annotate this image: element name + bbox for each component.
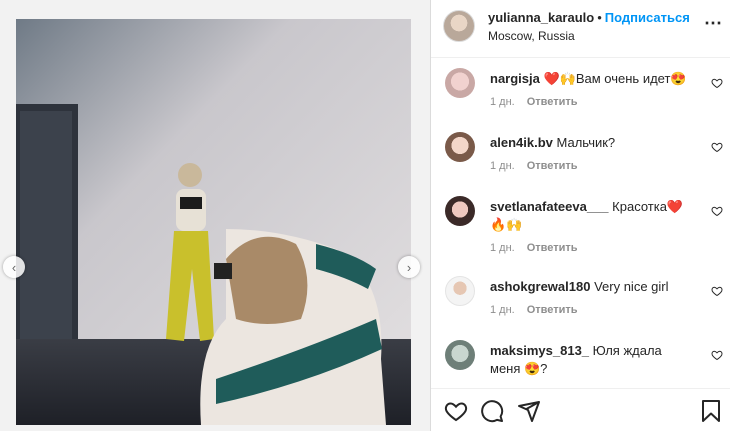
comment-meta: 1 дн. Ответить [490, 242, 578, 254]
commenter-avatar[interactable] [445, 68, 475, 98]
more-horizontal-icon: ⋯ [704, 13, 723, 33]
previous-photo-button[interactable]: ‹ [3, 256, 25, 278]
comment-text-block: nargisja ❤️🙌Вам очень идет😍 [490, 70, 695, 88]
heart-icon[interactable] [711, 205, 723, 217]
comment-time[interactable]: 1 дн. [490, 160, 515, 172]
heart-icon[interactable] [711, 77, 723, 89]
heart-icon[interactable] [444, 399, 468, 423]
comment-meta: 1 дн. Ответить [490, 160, 578, 172]
comment-body: Very nice girl [594, 279, 669, 294]
post-location[interactable]: Moscow, Russia [488, 29, 575, 43]
chevron-left-icon: ‹ [11, 259, 17, 275]
chevron-right-icon: › [406, 259, 412, 275]
post-actions-bar [431, 388, 730, 432]
comment-meta: 1 дн. Ответить [490, 96, 578, 108]
comment-username[interactable]: nargisja [490, 71, 540, 86]
polaroid-scene [16, 19, 411, 425]
post-media-panel: ‹ › [0, 0, 430, 431]
comment-time[interactable]: 1 дн. [490, 96, 515, 108]
heart-icon[interactable] [711, 349, 723, 361]
commenter-avatar[interactable] [445, 132, 475, 162]
author-avatar[interactable] [443, 10, 475, 42]
post-header: yulianna_karaulo • Подписаться Moscow, Rus… [431, 0, 730, 58]
follow-button[interactable]: Подписаться [605, 10, 690, 25]
heart-icon[interactable] [711, 141, 723, 153]
comment-username[interactable]: svetlanafateeva___ [490, 199, 609, 214]
comment-username[interactable]: alen4ik.bv [490, 135, 553, 150]
comments-list[interactable]: nargisja ❤️🙌Вам очень идет😍 1 дн. Ответит… [431, 58, 730, 388]
author-username[interactable]: yulianna_karaulo [488, 10, 594, 25]
heart-icon[interactable] [711, 285, 723, 297]
comment-text-block: maksimys_813_ Юля ждала меня 😍? [490, 342, 695, 378]
author-line: yulianna_karaulo • Подписаться [488, 10, 690, 25]
reply-button[interactable]: Ответить [527, 242, 578, 254]
bookmark-icon[interactable] [699, 399, 723, 423]
comment-username[interactable]: ashokgrewal180 [490, 279, 590, 294]
comment-body: ❤️🙌Вам очень идет😍 [543, 71, 687, 86]
comment-username[interactable]: maksimys_813_ [490, 343, 589, 358]
post-details-panel: yulianna_karaulo • Подписаться Moscow, Rus… [431, 0, 730, 431]
comment-text-block: ashokgrewal180 Very nice girl [490, 278, 695, 296]
send-icon[interactable] [517, 399, 541, 423]
commenter-avatar[interactable] [445, 340, 475, 370]
comment-time[interactable]: 1 дн. [490, 304, 515, 316]
comment-icon[interactable] [480, 399, 504, 423]
commenter-avatar[interactable] [445, 276, 475, 306]
more-options-button[interactable]: ⋯ [704, 14, 723, 32]
commenter-avatar[interactable] [445, 196, 475, 226]
reply-button[interactable]: Ответить [527, 160, 578, 172]
reply-button[interactable]: Ответить [527, 96, 578, 108]
comment-text-block: svetlanafateeva___ Красотка❤️🔥🙌 [490, 198, 695, 234]
post-photo[interactable] [16, 19, 411, 425]
reply-button[interactable]: Ответить [527, 304, 578, 316]
comment-body: Мальчик? [556, 135, 616, 150]
next-photo-button[interactable]: › [398, 256, 420, 278]
comment-meta: 1 дн. Ответить [490, 304, 578, 316]
comment-text-block: alen4ik.bv Мальчик? [490, 134, 695, 152]
comment-time[interactable]: 1 дн. [490, 242, 515, 254]
separator-dot: • [597, 10, 602, 25]
